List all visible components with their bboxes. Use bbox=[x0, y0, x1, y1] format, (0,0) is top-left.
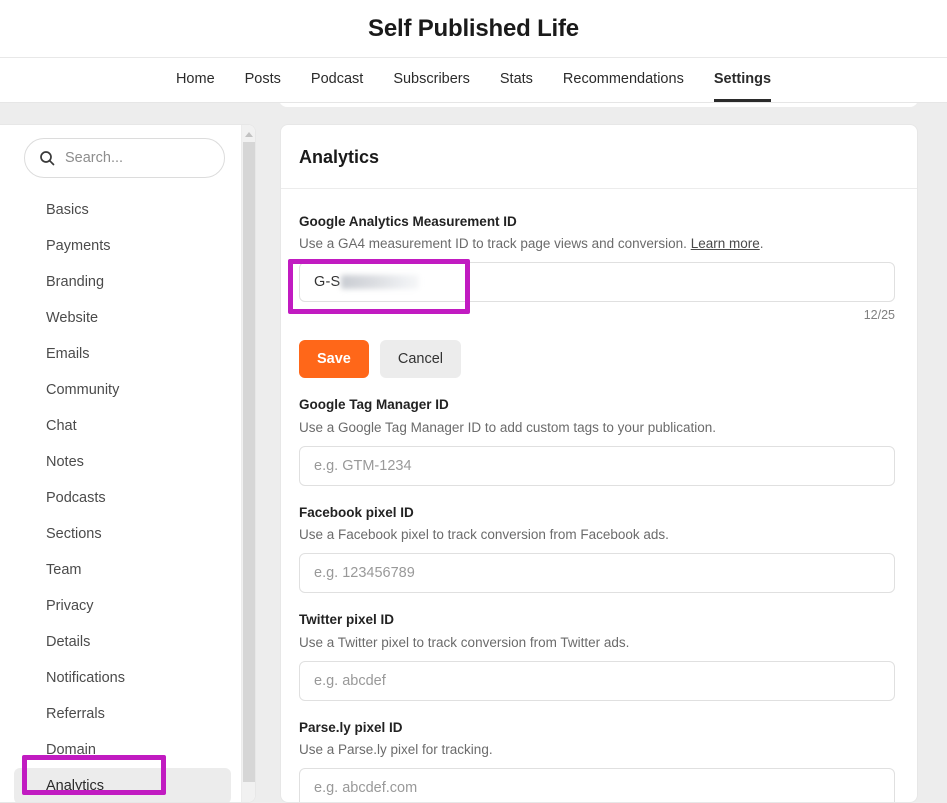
field-twitter-pixel: Twitter pixel ID Use a Twitter pixel to … bbox=[299, 611, 895, 700]
analytics-card-header: Analytics bbox=[281, 125, 917, 189]
sidebar-item-notes[interactable]: Notes bbox=[14, 444, 231, 480]
facebook-pixel-label: Facebook pixel ID bbox=[299, 504, 895, 522]
settings-main: Analytics Google Analytics Measurement I… bbox=[256, 124, 947, 803]
google-analytics-label: Google Analytics Measurement ID bbox=[299, 213, 895, 231]
triangle-up-icon[interactable] bbox=[242, 128, 256, 140]
nav-item-posts[interactable]: Posts bbox=[245, 58, 281, 103]
settings-content-row: Basics Payments Branding Website Emails … bbox=[0, 124, 947, 803]
form-actions: Save Cancel bbox=[299, 340, 895, 378]
parsely-pixel-label: Parse.ly pixel ID bbox=[299, 719, 895, 737]
sidebar-item-notifications[interactable]: Notifications bbox=[14, 660, 231, 696]
sidebar-scroll-area: Basics Payments Branding Website Emails … bbox=[0, 125, 241, 802]
sidebar-item-team[interactable]: Team bbox=[14, 552, 231, 588]
sidebar-item-emails[interactable]: Emails bbox=[14, 336, 231, 372]
sidebar-item-privacy[interactable]: Privacy bbox=[14, 588, 231, 624]
sidebar-item-podcasts[interactable]: Podcasts bbox=[14, 480, 231, 516]
parsely-pixel-input[interactable] bbox=[299, 768, 895, 803]
previous-card-edge bbox=[279, 103, 918, 107]
settings-sidebar: Basics Payments Branding Website Emails … bbox=[0, 124, 256, 803]
analytics-card: Analytics Google Analytics Measurement I… bbox=[280, 124, 918, 803]
sidebar-item-details[interactable]: Details bbox=[14, 624, 231, 660]
ga-measurement-id-shell: G-S bbox=[299, 262, 895, 302]
sidebar-scrollbar[interactable] bbox=[241, 125, 255, 802]
sidebar-item-website[interactable]: Website bbox=[14, 300, 231, 336]
parsely-pixel-description: Use a Parse.ly pixel for tracking. bbox=[299, 741, 895, 759]
nav-item-subscribers[interactable]: Subscribers bbox=[393, 58, 470, 103]
sidebar-item-payments[interactable]: Payments bbox=[14, 228, 231, 264]
google-tag-manager-description: Use a Google Tag Manager ID to add custo… bbox=[299, 419, 895, 437]
twitter-pixel-input[interactable] bbox=[299, 661, 895, 701]
nav-item-stats[interactable]: Stats bbox=[500, 58, 533, 103]
google-analytics-description-text: Use a GA4 measurement ID to track page v… bbox=[299, 236, 691, 251]
field-google-analytics: Google Analytics Measurement ID Use a GA… bbox=[299, 213, 895, 322]
nav-item-settings[interactable]: Settings bbox=[714, 58, 771, 103]
nav-items-container: Home Posts Podcast Subscribers Stats Rec… bbox=[176, 58, 771, 102]
scrollbar-thumb[interactable] bbox=[243, 142, 255, 782]
page-title: Self Published Life bbox=[368, 15, 579, 43]
facebook-pixel-description: Use a Facebook pixel to track conversion… bbox=[299, 526, 895, 544]
sidebar-item-list: Basics Payments Branding Website Emails … bbox=[0, 188, 241, 802]
ga-measurement-id-input[interactable] bbox=[299, 262, 895, 302]
main-navigation: Home Posts Podcast Subscribers Stats Rec… bbox=[0, 57, 947, 103]
sidebar-item-community[interactable]: Community bbox=[14, 372, 231, 408]
google-tag-manager-label: Google Tag Manager ID bbox=[299, 396, 895, 414]
search-icon bbox=[39, 150, 55, 166]
publication-header: Self Published Life bbox=[0, 0, 947, 57]
sidebar-item-branding[interactable]: Branding bbox=[14, 264, 231, 300]
sidebar-item-basics[interactable]: Basics bbox=[14, 192, 231, 228]
field-facebook-pixel: Facebook pixel ID Use a Facebook pixel t… bbox=[299, 504, 895, 593]
analytics-heading: Analytics bbox=[299, 147, 893, 168]
field-google-tag-manager: Google Tag Manager ID Use a Google Tag M… bbox=[299, 396, 895, 485]
nav-item-recommendations[interactable]: Recommendations bbox=[563, 58, 684, 103]
learn-more-link[interactable]: Learn more bbox=[691, 236, 760, 251]
analytics-card-body: Google Analytics Measurement ID Use a GA… bbox=[281, 189, 917, 803]
twitter-pixel-description: Use a Twitter pixel to track conversion … bbox=[299, 634, 895, 652]
twitter-pixel-label: Twitter pixel ID bbox=[299, 611, 895, 629]
sidebar-item-domain[interactable]: Domain bbox=[14, 732, 231, 768]
nav-item-home[interactable]: Home bbox=[176, 58, 215, 103]
cancel-button[interactable]: Cancel bbox=[380, 340, 461, 378]
search-input[interactable] bbox=[65, 150, 210, 166]
sidebar-item-chat[interactable]: Chat bbox=[14, 408, 231, 444]
sidebar-search[interactable] bbox=[24, 138, 225, 178]
nav-item-podcast[interactable]: Podcast bbox=[311, 58, 363, 103]
sidebar-item-referrals[interactable]: Referrals bbox=[14, 696, 231, 732]
sidebar-item-analytics[interactable]: Analytics bbox=[14, 768, 231, 802]
sidebar-item-sections[interactable]: Sections bbox=[14, 516, 231, 552]
save-button[interactable]: Save bbox=[299, 340, 369, 378]
google-tag-manager-input[interactable] bbox=[299, 446, 895, 486]
page-body: Basics Payments Branding Website Emails … bbox=[0, 103, 947, 803]
google-analytics-description: Use a GA4 measurement ID to track page v… bbox=[299, 235, 895, 253]
ga-character-counter: 12/25 bbox=[299, 308, 895, 322]
google-analytics-description-period: . bbox=[760, 236, 764, 251]
facebook-pixel-input[interactable] bbox=[299, 553, 895, 593]
field-parsely-pixel: Parse.ly pixel ID Use a Parse.ly pixel f… bbox=[299, 719, 895, 803]
